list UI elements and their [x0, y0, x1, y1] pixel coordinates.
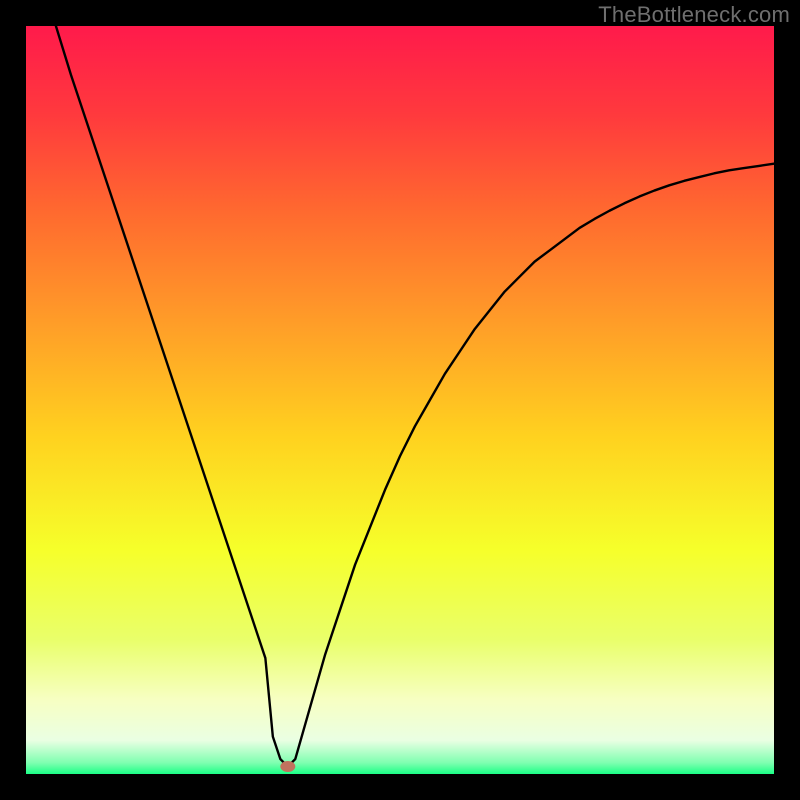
plot-area: [26, 26, 774, 774]
optimal-point-marker: [280, 761, 295, 772]
gradient-background: [26, 26, 774, 774]
bottleneck-curve-chart: [26, 26, 774, 774]
watermark-text: TheBottleneck.com: [598, 2, 790, 28]
chart-frame: TheBottleneck.com: [0, 0, 800, 800]
